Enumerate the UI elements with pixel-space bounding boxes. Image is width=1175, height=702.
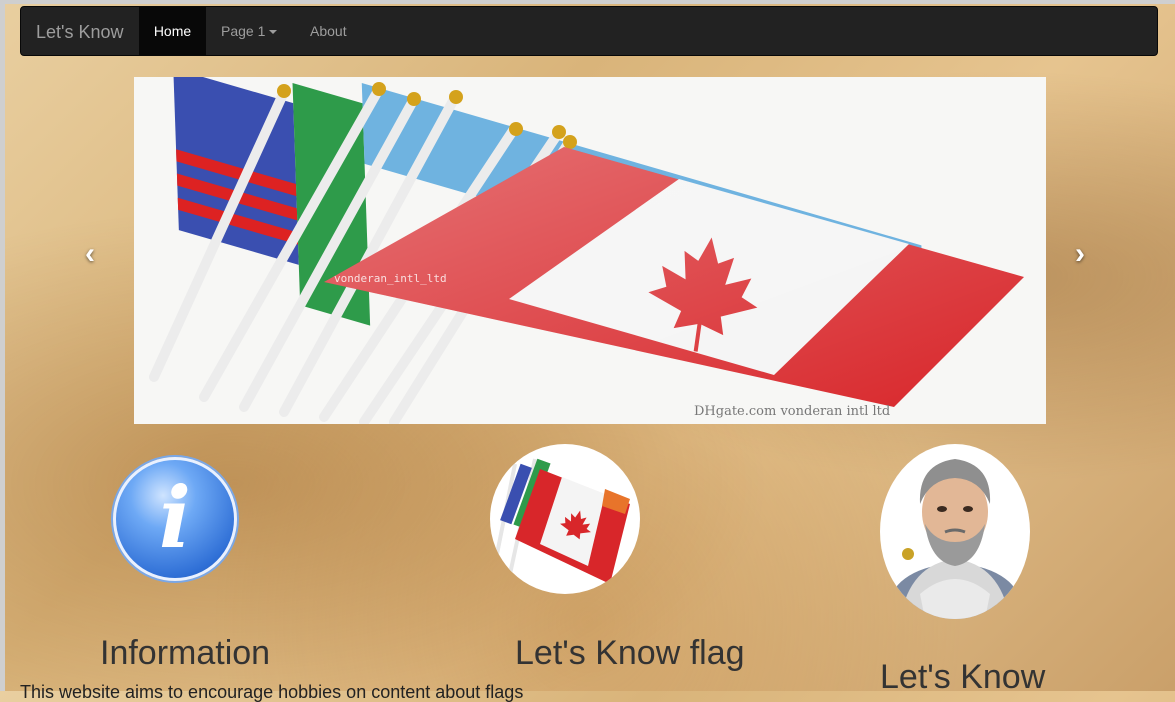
philosopher-portrait: [880, 444, 1030, 619]
image-watermark-text: DHgate.com vonderan intl ltd: [694, 404, 890, 419]
caret-down-icon: [269, 30, 278, 35]
carousel-prev-button[interactable]: ‹: [85, 237, 95, 271]
carousel-slide-image: vonderan_intl_ltd DHgate.com vonderan in…: [134, 77, 1046, 424]
feature-heading-information: Information: [100, 634, 271, 672]
nav-home[interactable]: Home: [139, 7, 206, 55]
nav-page1-label: Page 1: [221, 23, 266, 39]
flag-watermark-text: vonderan_intl_ltd: [334, 272, 447, 285]
flag-thumbnail: [490, 444, 640, 594]
top-navbar: Let's Know Home Page 1 About: [20, 6, 1158, 56]
window-frame-top: [0, 0, 1175, 4]
brand-link[interactable]: Let's Know: [36, 22, 124, 43]
nav-page1-dropdown[interactable]: Page 1: [221, 7, 278, 55]
hero-carousel: vonderan_intl_ltd DHgate.com vonderan in…: [5, 77, 1175, 424]
info-icon: i: [113, 457, 237, 581]
intro-paragraph: This website aims to encourage hobbies o…: [20, 682, 524, 702]
nav-about[interactable]: About: [310, 7, 347, 55]
flags-image: vonderan_intl_ltd DHgate.com vonderan in…: [149, 77, 1024, 424]
feature-heading-flag: Let's Know flag: [515, 634, 745, 672]
carousel-next-button[interactable]: ›: [1075, 237, 1085, 271]
